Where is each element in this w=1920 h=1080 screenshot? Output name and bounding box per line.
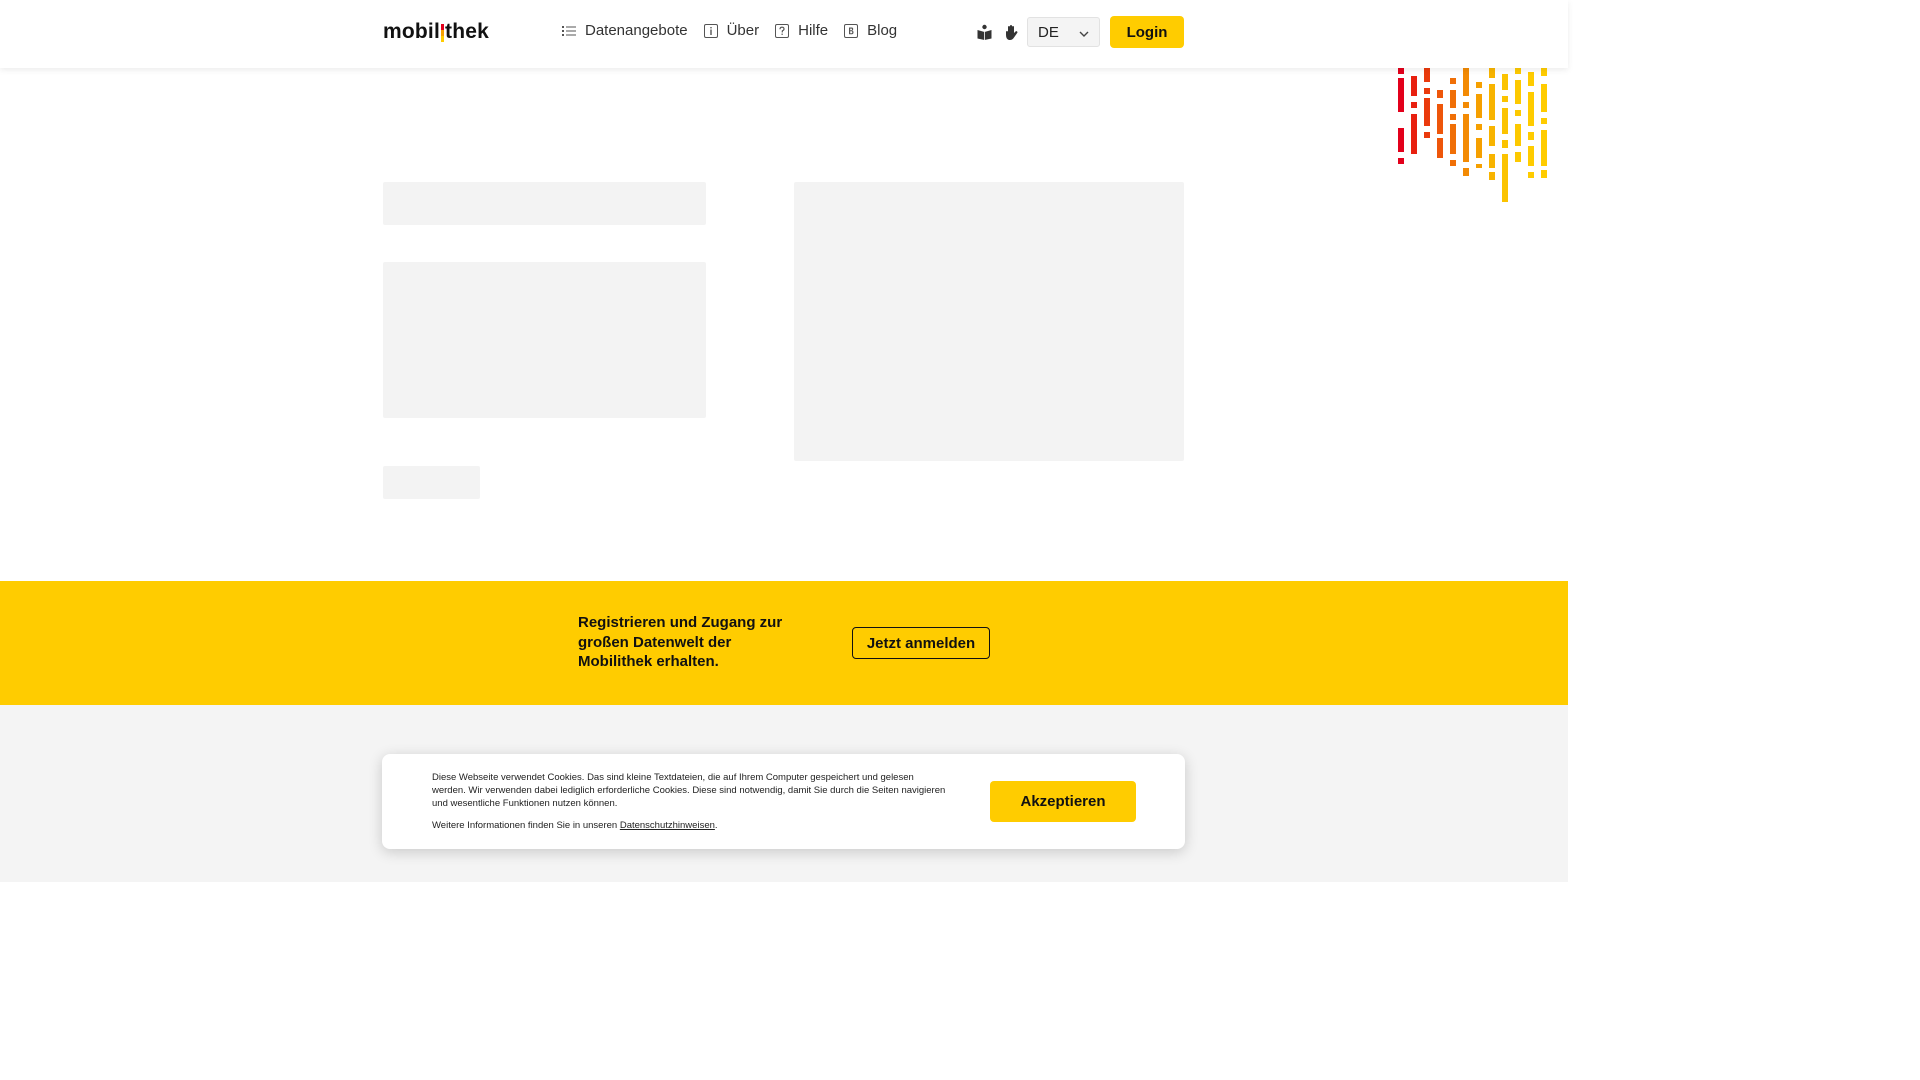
decorative-stripe [1515,68,1521,74]
decorative-stripe [1541,84,1547,112]
logo-text-end: thek [445,20,489,43]
decorative-stripe [1437,104,1443,134]
decorative-stripe [1489,154,1495,168]
decorative-stripe [1541,68,1547,76]
decorative-stripe [1541,118,1547,124]
decorative-stripe [1476,94,1482,118]
registration-banner: Registrieren und Zugang zur großen Daten… [0,581,1568,705]
language-select[interactable]: DE [1027,17,1100,47]
list-icon [562,24,576,38]
decorative-stripe [1528,72,1534,86]
decorative-stripe [1450,114,1456,120]
decorative-stripe [1411,114,1417,154]
decorative-stripe [1437,90,1443,98]
decorative-stripe [1450,124,1456,154]
decorative-stripe [1450,90,1456,108]
decorative-stripe [1463,68,1469,96]
decorative-stripe [1489,68,1495,78]
language-value: DE [1038,23,1059,41]
decorative-stripe [1541,130,1547,166]
decorative-stripe [1502,140,1508,148]
sign-language-icon[interactable] [1003,24,1020,41]
register-button[interactable]: Jetzt anmelden [852,627,990,659]
chevron-down-icon [1079,24,1089,41]
nav-label: Blog [867,22,898,39]
decorative-stripe [1437,138,1443,158]
skeleton-button [383,466,480,499]
decorative-stripe [1476,164,1482,168]
decorative-stripe [1398,68,1404,74]
decorative-stripe [1515,110,1521,116]
cookie-more-info: Weitere Informationen finden Sie in unse… [432,820,718,831]
decorative-stripe [1502,154,1508,202]
accept-cookies-button[interactable]: Akzeptieren [990,781,1136,822]
decorative-stripe [1424,88,1430,94]
easy-read-icon[interactable] [976,24,993,41]
help-icon [775,23,790,38]
login-button[interactable]: Login [1110,16,1184,48]
decorative-stripe [1424,98,1430,126]
decorative-stripe [1476,138,1482,158]
decorative-stripe [1450,78,1456,84]
cookie-banner: Diese Webseite verwendet Cookies. Das si… [382,754,1185,849]
decorative-stripe [1489,126,1495,146]
decorative-stripe [1502,74,1508,90]
decorative-stripe [1528,172,1534,178]
decorative-stripes-graphic [1398,68,1547,202]
decorative-stripe [1411,76,1417,96]
cookie-more-prefix: Weitere Informationen finden Sie in unse… [432,820,618,831]
decorative-stripe [1463,114,1469,162]
cookie-more-suffix: . [714,820,718,831]
skeleton-text-block [383,262,706,418]
mobilithek-logo[interactable]: mobil thek [383,18,489,44]
decorative-stripe [1463,168,1469,176]
decorative-stripe [1502,96,1508,102]
blog-icon [844,23,859,38]
nav-item-ueber[interactable]: Über [703,22,760,39]
decorative-stripe [1515,152,1521,162]
decorative-stripe [1528,92,1534,126]
decorative-stripe [1528,132,1534,140]
info-icon [703,23,718,38]
decorative-stripe [1398,128,1404,152]
decorative-stripe [1476,82,1482,88]
decorative-stripe [1515,124,1521,146]
nav-item-hilfe[interactable]: Hilfe [775,22,828,39]
nav-label: Über [726,22,760,39]
nav-item-datenangebote[interactable]: Datenangebote [562,22,688,39]
decorative-stripe [1489,84,1495,120]
skeleton-image [794,182,1184,461]
site-header: mobilthek Datenangebote Über Hilfe Blog [0,0,1568,68]
logo-bar-icon [441,24,444,42]
logo-text-start: mobil [383,20,440,43]
banner-text: Registrieren und Zugang zur großen Daten… [578,614,783,670]
privacy-policy-link[interactable]: Datenschutzhinweisen [620,820,715,831]
decorative-stripe [1528,146,1534,166]
main-nav: Datenangebote Über Hilfe Blog [562,22,897,39]
skeleton-title [383,182,706,225]
decorative-stripe [1476,124,1482,130]
decorative-stripe [1450,160,1456,166]
decorative-stripe [1541,170,1547,178]
nav-item-blog[interactable]: Blog [844,22,897,39]
decorative-stripe [1489,172,1495,180]
decorative-stripe [1424,132,1430,138]
decorative-stripe [1424,68,1430,82]
decorative-stripe [1398,78,1404,112]
cookie-text: Diese Webseite verwendet Cookies. Das si… [432,772,946,809]
nav-label: Hilfe [798,22,829,39]
decorative-stripe [1398,108,1404,112]
decorative-stripe [1463,102,1469,108]
decorative-stripe [1502,108,1508,134]
nav-label: Datenangebote [585,22,688,39]
accessibility-tools [976,24,1020,41]
decorative-stripe [1398,158,1404,164]
decorative-stripe [1411,102,1417,108]
decorative-stripe [1515,80,1521,104]
